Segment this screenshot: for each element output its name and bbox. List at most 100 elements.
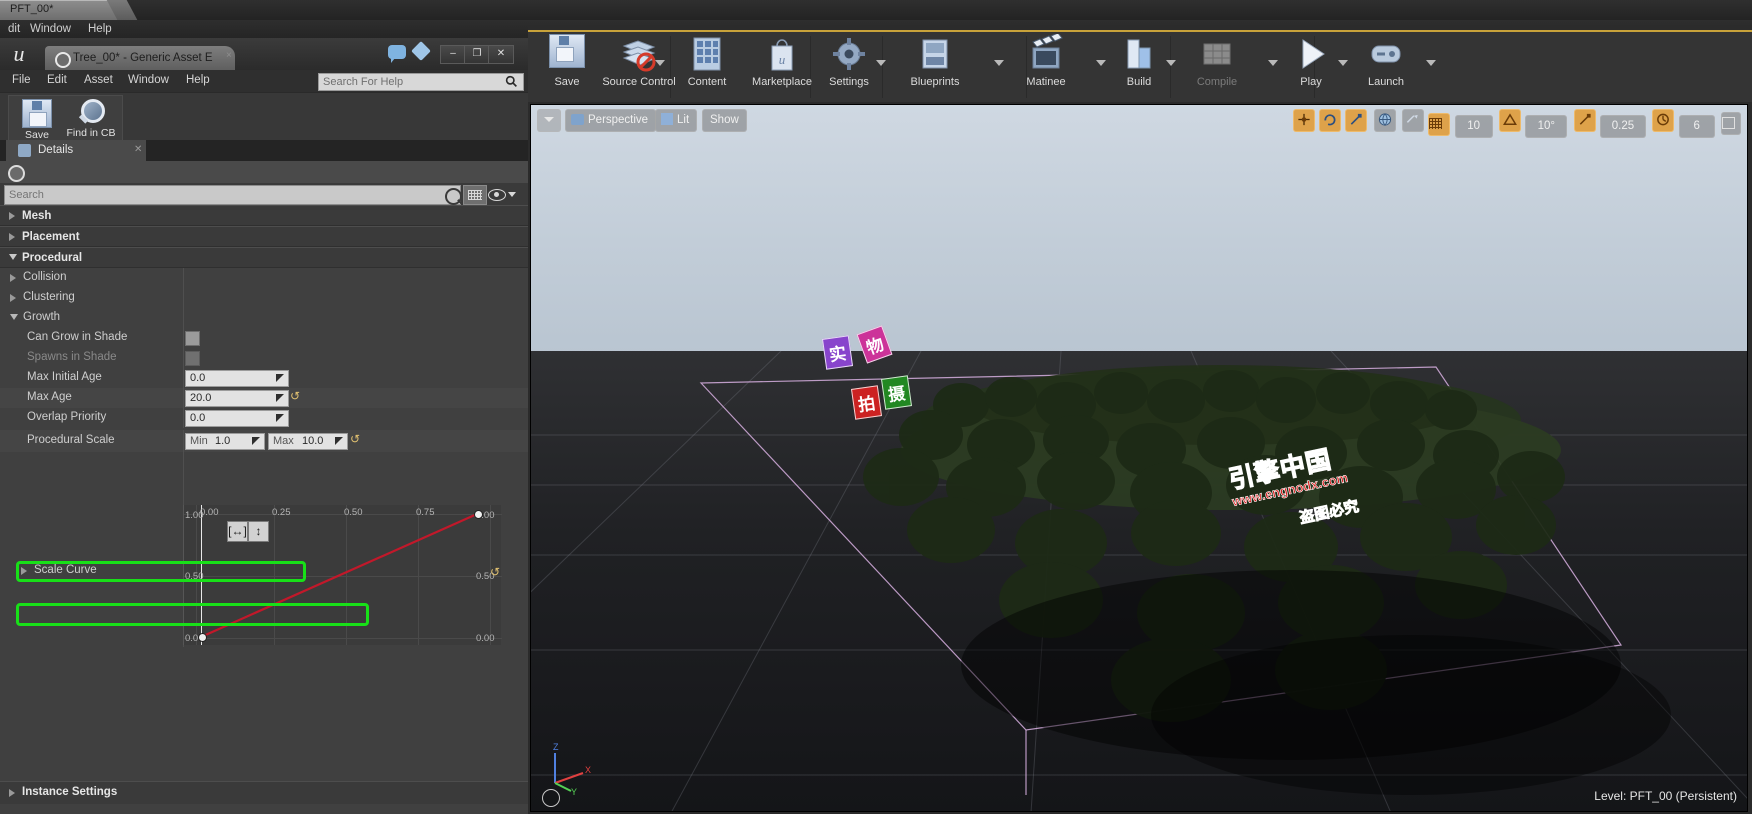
minimize-button[interactable]: – <box>440 45 466 64</box>
menu-item-help[interactable]: Help <box>186 74 210 86</box>
procedural-scale-min-spinner[interactable] <box>250 435 262 447</box>
details-icon <box>18 144 31 157</box>
category-placement[interactable]: Placement <box>0 226 528 247</box>
rotation-snap-toggle[interactable] <box>1498 109 1521 132</box>
source-control-chevron-down-icon[interactable] <box>655 60 665 66</box>
maximize-viewport-button[interactable] <box>1721 112 1741 135</box>
save-button[interactable]: Save <box>11 99 63 141</box>
camera-speed-value[interactable]: 6 <box>1678 115 1715 138</box>
subgroup-clustering[interactable]: Clustering <box>0 288 528 308</box>
procedural-scale-max-spinner[interactable] <box>333 435 345 447</box>
grid-snap-value[interactable]: 10 <box>1454 115 1493 138</box>
floppy-disk-icon <box>546 34 588 74</box>
build-chevron-down-icon[interactable] <box>1166 60 1176 66</box>
details-visibility-button[interactable] <box>488 186 516 202</box>
details-tab-close-icon[interactable]: ✕ <box>134 144 142 155</box>
curve-pan-button[interactable]: [↔] <box>227 521 248 542</box>
max-age-input[interactable]: 20.0 <box>185 390 289 407</box>
asset-tab-close-icon[interactable]: × <box>226 50 232 61</box>
viewport-transform-icon <box>542 789 560 807</box>
can-grow-in-shade-checkbox[interactable] <box>185 331 200 346</box>
toolbar-content-button[interactable]: Content <box>674 34 740 88</box>
rotate-mode-button[interactable] <box>1318 109 1341 132</box>
overlap-priority-label: Overlap Priority <box>27 411 107 423</box>
scale-mode-button[interactable] <box>1345 109 1368 132</box>
scale-curve-revert-button[interactable]: ↺ <box>490 565 501 579</box>
category-instance-settings[interactable]: Instance Settings <box>0 781 528 804</box>
toolbar-settings-button[interactable]: Settings <box>816 34 882 88</box>
toolbar-compile-button[interactable]: Compile <box>1176 34 1258 88</box>
surface-snap-button[interactable] <box>1401 109 1424 132</box>
overlap-priority-input[interactable]: 0.0 <box>185 410 289 427</box>
tab-details[interactable]: Details ✕ <box>6 140 146 161</box>
max-initial-age-input[interactable]: 0.0 <box>185 370 289 387</box>
category-placement-label: Placement <box>22 231 80 243</box>
subgroup-growth[interactable]: Growth <box>0 308 528 328</box>
maximize-button[interactable]: ❐ <box>464 45 490 64</box>
launch-chevron-down-icon[interactable] <box>1426 60 1436 66</box>
crystal-icon[interactable] <box>411 41 431 61</box>
camera-speed-toggle[interactable] <box>1652 109 1675 132</box>
subgroup-collision[interactable]: Collision <box>0 268 528 288</box>
scale-curve-graph[interactable]: 0.00 0.25 0.50 0.75 1.00 0.50 0.00 1.00 … <box>183 505 502 645</box>
category-mesh[interactable]: Mesh <box>0 205 528 226</box>
scale-snap-value[interactable]: 0.25 <box>1599 115 1646 138</box>
feedback-chat-icon[interactable] <box>388 45 406 63</box>
outer-menu-item-edit[interactable]: dit <box>8 23 20 35</box>
menu-item-window[interactable]: Window <box>128 74 169 86</box>
menu-item-file[interactable]: File <box>12 74 31 86</box>
subgroup-growth-label: Growth <box>23 311 61 323</box>
property-can-grow-in-shade: Can Grow in Shade <box>0 328 528 348</box>
toolbar-matinee-button[interactable]: Matinee <box>1004 32 1088 88</box>
procedural-scale-label: Procedural Scale <box>27 434 115 446</box>
max-age-spinner[interactable] <box>274 392 286 404</box>
search-input-wrapper[interactable] <box>4 185 462 205</box>
procedural-scale-revert-button[interactable]: ↺ <box>350 432 361 446</box>
toolbar-blueprints-button[interactable]: Blueprints <box>886 34 984 88</box>
chevron-down-icon <box>508 192 516 197</box>
viewport-options-dropdown[interactable] <box>537 109 561 132</box>
level-viewport[interactable]: Perspective Lit Show 10 10° 0.25 6 引擎中国 … <box>530 104 1748 812</box>
curve-key-point-end[interactable] <box>474 510 483 519</box>
asset-editor-window: u Tree_00* - Generic Asset E × – ❐ ✕ Fil… <box>0 38 530 814</box>
procedural-scale-min-input[interactable]: Min 1.0 <box>185 433 265 450</box>
compile-chevron-down-icon[interactable] <box>1268 60 1278 66</box>
matinee-chevron-down-icon[interactable] <box>1096 60 1106 66</box>
show-flags-button[interactable]: Show <box>702 109 747 132</box>
level-status-label: Level: PFT_00 (Persistent) <box>1594 789 1737 803</box>
search-input[interactable] <box>5 186 431 204</box>
menu-item-edit[interactable]: Edit <box>47 74 67 86</box>
curve-key-point-start[interactable] <box>198 633 207 642</box>
close-button[interactable]: ✕ <box>488 45 514 64</box>
toolbar-build-button[interactable]: Build <box>1106 34 1172 88</box>
blueprint-icon <box>914 34 956 74</box>
details-grid-view-button[interactable] <box>463 185 487 205</box>
play-chevron-down-icon[interactable] <box>1338 60 1348 66</box>
settings-chevron-down-icon[interactable] <box>876 60 886 66</box>
find-in-cb-button[interactable]: Find in CB <box>65 99 117 139</box>
asset-tab-icon <box>55 52 71 68</box>
asset-editor-tab[interactable]: Tree_00* - Generic Asset E <box>45 46 235 70</box>
toolbar-launch-button[interactable]: Launch <box>1348 34 1424 88</box>
translate-mode-button[interactable] <box>1292 109 1315 132</box>
outer-menu-item-window[interactable]: Window <box>30 23 71 35</box>
category-procedural[interactable]: Procedural <box>0 247 528 268</box>
details-tab-label: Details <box>38 144 74 156</box>
outer-menu-item-help[interactable]: Help <box>88 23 112 35</box>
max-age-revert-button[interactable]: ↺ <box>290 389 301 403</box>
watermark-badge-1: 实 <box>821 335 854 370</box>
help-search-box[interactable]: Search For Help <box>318 73 524 91</box>
world-space-button[interactable] <box>1373 109 1396 132</box>
viewport-grid <box>531 350 1747 811</box>
procedural-scale-max-input[interactable]: Max 10.0 <box>268 433 348 450</box>
viewport-axis-gizmo: Z X Y <box>545 739 597 797</box>
toolbar-play-button[interactable]: Play <box>1278 34 1344 88</box>
grid-snap-toggle[interactable] <box>1428 113 1451 136</box>
menu-item-asset[interactable]: Asset <box>84 74 113 86</box>
overlap-priority-spinner[interactable] <box>274 412 286 424</box>
max-initial-age-spinner[interactable] <box>274 372 286 384</box>
blueprints-chevron-down-icon[interactable] <box>994 60 1004 66</box>
rotation-snap-value[interactable]: 10° <box>1525 115 1568 138</box>
curve-zoom-button[interactable]: ↕ <box>248 521 269 542</box>
scale-snap-toggle[interactable] <box>1573 109 1596 132</box>
